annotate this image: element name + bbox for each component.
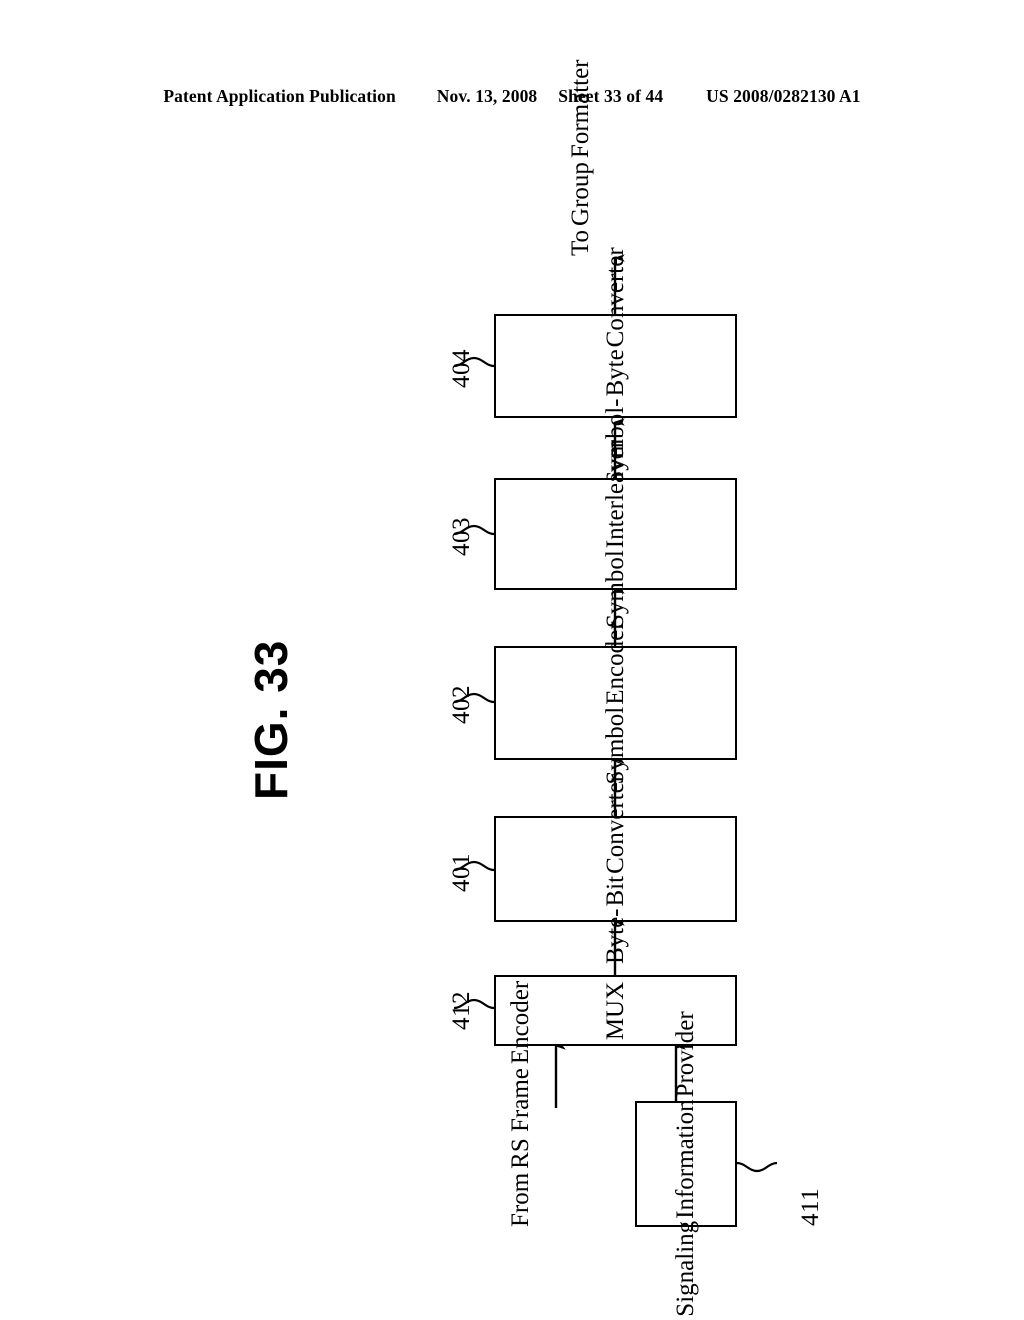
reference-numeral-402: 402 [448,685,475,724]
figure-title: FIG. 33 [245,639,297,800]
label-line: Formatter [567,59,594,159]
reference-numeral-411: 411 [797,1187,824,1226]
block-label-line: Encoder [601,621,629,705]
block-label-line: Signaling [671,1220,699,1317]
block-symbol-encoder[interactable]: Symbol Encoder [494,621,737,785]
reference-numeral-403: 403 [448,517,475,556]
block-symbol-interleaver[interactable]: Symbol Interleaver [494,440,737,628]
block-label-line: Converter [601,247,629,348]
label-line: RS Frame [507,1068,534,1169]
reference-numeral-401: 401 [448,853,475,892]
label-output-destination: To Group Formatter [567,57,594,258]
reference-numeral-412: 412 [448,991,475,1030]
label-line: From [507,1172,534,1227]
block-symbol-byte-converter[interactable]: Symbol- Byte Converter [494,247,737,485]
label-line: Group [567,162,594,226]
label-line: To [567,229,594,256]
block-label-line: Byte- [601,908,629,965]
block-label-byte-bit-converter: Byte- Bit Converter [601,773,629,965]
label-input-source: From RS Frame Encoder [507,979,534,1229]
block-label-line: Interleaver [601,439,629,549]
block-label-line: Converter [601,773,629,874]
block-label-line: Provider [671,1011,699,1098]
block-label-line: MUX [601,981,629,1040]
block-label-symbol-interleaver: Symbol Interleaver [601,439,629,629]
header-document-number: US 2008/0282130 A1 [706,86,861,106]
block-label-line: Symbol [601,550,629,629]
label-line: Encoder [507,980,534,1065]
block-label-mux: MUX [601,980,629,1040]
block-label-line: Information [671,1099,699,1219]
page-header: Patent Application Publication Nov. 13, … [0,86,1024,107]
block-label-line: Bit [601,875,629,907]
block-label-line: Byte [601,349,629,397]
header-publication: Patent Application Publication [163,86,396,106]
block-byte-bit-converter[interactable]: Byte- Bit Converter [494,774,737,964]
leader-line-411 [736,1161,778,1173]
block-label-signaling-information-provider: Signaling Information Provider [671,1010,700,1317]
block-signaling-information-provider[interactable]: Signaling Information Provider [635,1011,737,1317]
reference-numeral-404: 404 [448,349,475,388]
header-date: Nov. 13, 2008 [436,86,538,106]
block-label-symbol-encoder: Symbol Encoder [601,620,629,785]
